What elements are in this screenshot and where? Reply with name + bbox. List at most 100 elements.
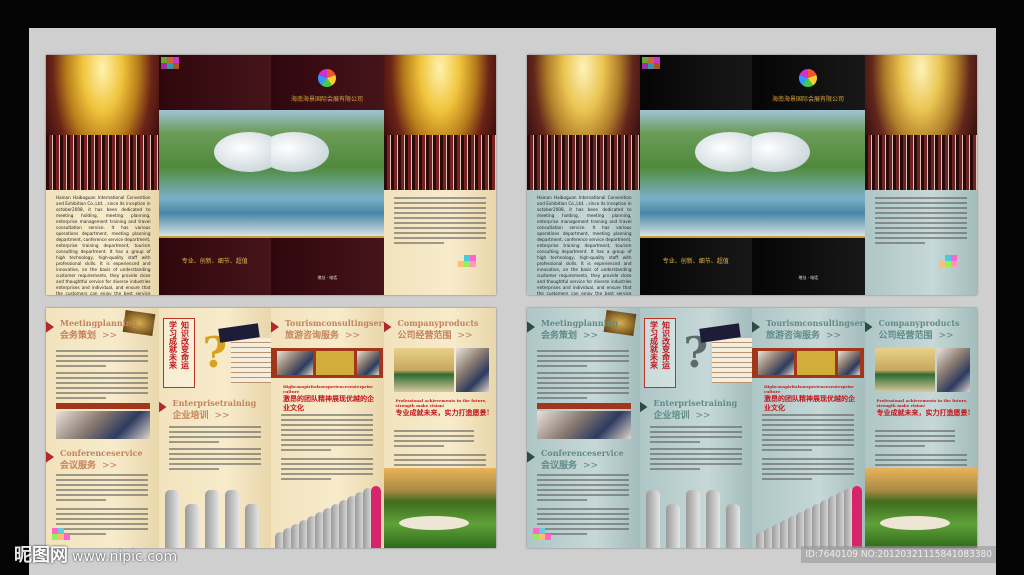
text-line bbox=[762, 414, 854, 416]
panel-back-cover: 专业、创新、细节、超值 bbox=[639, 55, 752, 295]
watermark-url: www.nipic.com bbox=[72, 549, 178, 565]
text-line bbox=[56, 397, 106, 399]
text-line bbox=[56, 523, 148, 525]
text-line bbox=[762, 439, 854, 441]
panel-training: 知识改变命运 学习成就未来 ? Enterprisetraining 企业培训 >> bbox=[639, 308, 753, 548]
text-line bbox=[56, 474, 148, 476]
ornament-icon bbox=[46, 320, 54, 334]
text-line bbox=[393, 222, 486, 224]
text-line bbox=[537, 508, 629, 510]
ornament-icon bbox=[158, 400, 167, 414]
text-line bbox=[537, 484, 629, 486]
text-line bbox=[874, 430, 955, 432]
panel-intro-cn bbox=[383, 55, 496, 295]
conferenceservice-heading-cn-text: 会议服务 bbox=[541, 461, 578, 471]
text-line bbox=[537, 523, 629, 525]
meeting-photo bbox=[56, 411, 150, 439]
text-line bbox=[56, 360, 148, 362]
ornament-icon bbox=[752, 320, 760, 334]
text-line bbox=[874, 445, 925, 447]
vision-cn: 专业成就未来，实力打造愿景! bbox=[395, 408, 490, 417]
crowd-figure bbox=[645, 490, 660, 548]
crowd-megaphone-image bbox=[640, 468, 753, 548]
text-line bbox=[393, 207, 486, 209]
text-line bbox=[168, 436, 261, 438]
color-bar bbox=[537, 403, 631, 409]
panel-intro-cn bbox=[864, 55, 977, 295]
text-line bbox=[874, 207, 967, 209]
text-line bbox=[874, 454, 967, 456]
chevron-right-icon: >> bbox=[102, 461, 118, 471]
crowd-figure bbox=[244, 504, 259, 548]
text-line bbox=[874, 237, 967, 239]
panel-front-cover: 海南海景国际会展有限公司 地址 · 电话 bbox=[752, 55, 865, 295]
text-line bbox=[281, 419, 373, 421]
text-line bbox=[56, 350, 148, 352]
ornament-icon bbox=[46, 450, 54, 464]
ornament-icon bbox=[527, 320, 535, 334]
text-line bbox=[393, 227, 486, 229]
operator-photo bbox=[357, 351, 379, 375]
intro-text: Hainan Haiboguan International Conventio… bbox=[537, 195, 632, 295]
text-line bbox=[649, 453, 742, 455]
enterprisetraining-heading-en: Enterprisetraining bbox=[172, 398, 257, 408]
text-line bbox=[393, 430, 474, 432]
companyproducts-heading-cn: 公司经营范围 >> bbox=[879, 328, 954, 341]
companyproducts-heading-cn-text: 公司经营范围 bbox=[397, 331, 452, 341]
crowd-figure bbox=[705, 490, 720, 548]
slogan: 专业、创新、细节、超值 bbox=[662, 258, 729, 265]
text-line bbox=[393, 445, 444, 447]
text-line bbox=[874, 242, 925, 244]
text-line bbox=[56, 382, 148, 384]
contact-label: 地址 · 电话 bbox=[317, 275, 338, 280]
text-line bbox=[168, 453, 261, 455]
chevron-right-icon: >> bbox=[826, 331, 842, 341]
text-line bbox=[393, 202, 486, 204]
crowd-figure bbox=[204, 504, 219, 548]
motto-box: 知识改变命运 学习成就未来 bbox=[643, 318, 676, 388]
text-line bbox=[56, 479, 148, 481]
ornament-icon bbox=[383, 320, 392, 334]
chevron-right-icon: >> bbox=[938, 331, 954, 341]
motto-line-2: 学习成就未来 bbox=[168, 321, 179, 369]
watermark-site-name: 昵图网 bbox=[14, 545, 68, 566]
books-image bbox=[712, 338, 752, 383]
motto-line-2: 学习成就未来 bbox=[649, 321, 660, 369]
logo-icon bbox=[799, 69, 817, 87]
text-line bbox=[874, 222, 967, 224]
pixel-decoration bbox=[64, 534, 70, 540]
meetingplanning-heading-en: Meetingplanning bbox=[541, 318, 619, 328]
aerial-photo-left bbox=[639, 110, 752, 236]
panel-meeting-conference: Meetingplanning 会务策划 >> Conferenceservice… bbox=[46, 308, 159, 548]
aerial-photo-right bbox=[752, 110, 865, 236]
banquet-hall-photo bbox=[383, 55, 496, 190]
tourismconsulting-heading-cn: 旅游咨询服务 >> bbox=[766, 328, 841, 341]
text-line bbox=[168, 458, 261, 460]
tourismconsulting-heading-en: Tourismconsultingservice bbox=[285, 318, 384, 328]
text-line bbox=[874, 440, 955, 442]
motto-box: 知识改变命运 学习成就未来 bbox=[162, 318, 195, 388]
text-line bbox=[281, 458, 373, 460]
text-line bbox=[762, 434, 854, 436]
text-line bbox=[762, 444, 854, 446]
text-line bbox=[537, 513, 629, 515]
text-line bbox=[537, 372, 629, 374]
text-line bbox=[281, 444, 373, 446]
panel-front-cover: 海南海景国际会展有限公司 地址 · 电话 bbox=[271, 55, 384, 295]
chevron-right-icon: >> bbox=[102, 331, 118, 341]
divider bbox=[158, 236, 271, 238]
enterprisetraining-heading-cn: 企业培训 >> bbox=[173, 408, 230, 421]
conferenceservice-heading-cn: 会议服务 >> bbox=[541, 458, 598, 471]
conference-room-photo bbox=[393, 348, 454, 392]
panel-meeting-conference: Meetingplanning 会务策划 >> Conferenceservice… bbox=[527, 308, 640, 548]
preview-canvas: Hainan Haiboguan International Conventio… bbox=[29, 28, 996, 575]
text-line bbox=[168, 441, 219, 443]
crowd-figure bbox=[184, 518, 199, 548]
crowd-figure bbox=[725, 504, 740, 548]
text-line bbox=[56, 489, 148, 491]
color-bar bbox=[56, 403, 150, 409]
panel-products: Companyproducts 公司经营范围 >> Professional ac… bbox=[864, 308, 977, 548]
pixel-decoration bbox=[950, 261, 957, 267]
text-line bbox=[56, 484, 148, 486]
slogan: 专业、创新、细节、超值 bbox=[181, 258, 248, 265]
